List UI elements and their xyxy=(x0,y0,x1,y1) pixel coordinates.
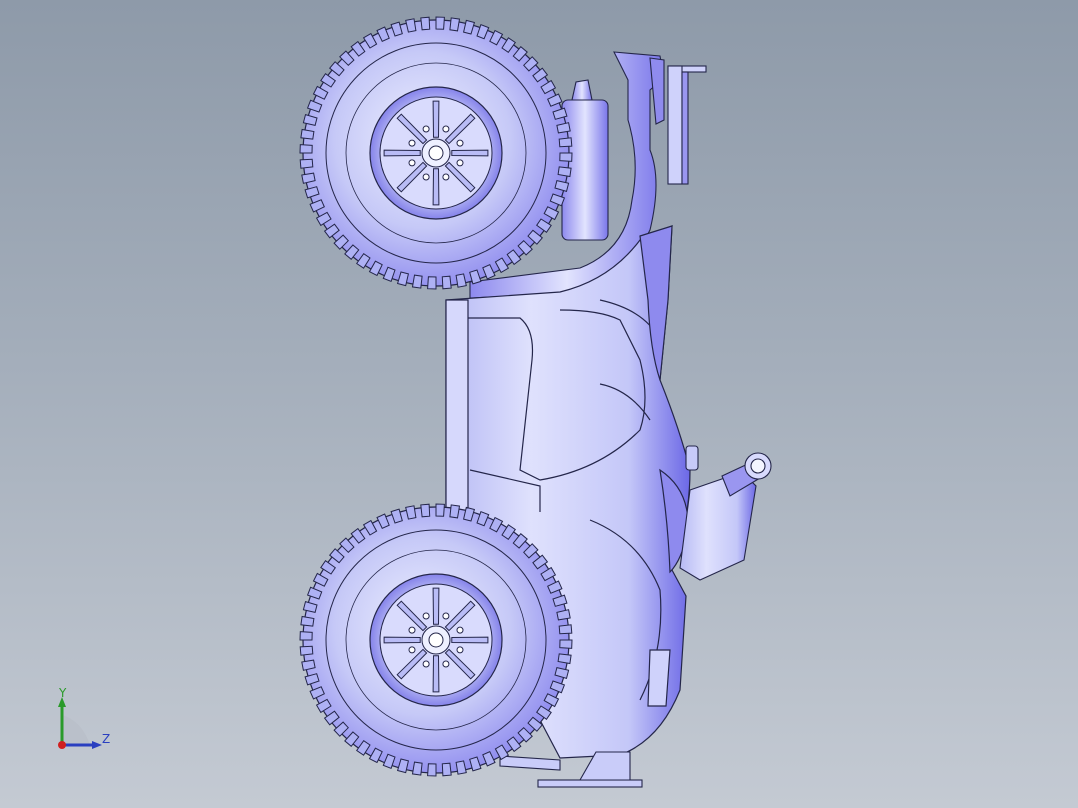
tread-block xyxy=(449,17,461,32)
tread-block xyxy=(427,276,437,290)
lug-nut xyxy=(422,660,430,668)
y-axis-label: Y xyxy=(59,686,67,700)
tread-block xyxy=(300,128,315,140)
tread-block xyxy=(558,624,573,635)
wheel-spoke xyxy=(451,636,489,644)
tread-block xyxy=(300,615,315,627)
lug-nut xyxy=(408,626,416,634)
tread-block xyxy=(427,763,437,777)
handlebar-assembly xyxy=(679,445,772,581)
tread-block xyxy=(420,16,431,31)
tread-block xyxy=(435,16,445,30)
tread-block xyxy=(441,762,452,777)
lug-nut xyxy=(442,660,450,668)
lug-nut xyxy=(408,139,416,147)
tread-block xyxy=(559,152,573,162)
tread-block xyxy=(559,639,573,649)
lug-nut xyxy=(442,125,450,133)
triad-plane xyxy=(62,715,90,745)
lug-nut xyxy=(422,612,430,620)
tread-block xyxy=(435,503,445,517)
lug-nut xyxy=(442,612,450,620)
top-wheel xyxy=(299,16,573,290)
wheel-spoke xyxy=(432,655,440,693)
lug-nut xyxy=(456,159,464,167)
tread-block xyxy=(449,504,461,519)
tread-block xyxy=(558,137,573,148)
wheel-spoke xyxy=(432,100,440,138)
rack-bracket xyxy=(667,65,707,185)
x-axis-origin xyxy=(58,741,66,749)
lug-nut xyxy=(408,646,416,654)
wheel-spoke xyxy=(432,168,440,206)
lug-nut xyxy=(456,139,464,147)
lug-nut xyxy=(456,646,464,654)
lug-nut xyxy=(422,125,430,133)
wheel-spoke xyxy=(383,636,421,644)
tread-block xyxy=(557,653,572,665)
bottom-wheel xyxy=(299,503,573,777)
tread-block xyxy=(411,761,423,776)
tread-block xyxy=(420,503,431,518)
tread-block xyxy=(411,274,423,289)
tread-block xyxy=(299,631,313,641)
tread-block xyxy=(299,144,313,154)
tread-block xyxy=(441,275,452,290)
wheel-spoke xyxy=(383,149,421,157)
tread-block xyxy=(299,158,314,169)
graphics-viewport[interactable]: Y Z xyxy=(0,0,1078,808)
atv-model[interactable] xyxy=(0,0,1078,808)
axis-triad: Y Z xyxy=(50,685,120,755)
lug-nut xyxy=(456,626,464,634)
lug-nut xyxy=(408,159,416,167)
z-axis-label: Z xyxy=(102,732,111,746)
tread-block xyxy=(299,645,314,656)
lug-nut xyxy=(442,173,450,181)
lug-nut xyxy=(422,173,430,181)
tread-block xyxy=(557,166,572,178)
wheel-spoke xyxy=(432,587,440,625)
wheel-spoke xyxy=(451,149,489,157)
